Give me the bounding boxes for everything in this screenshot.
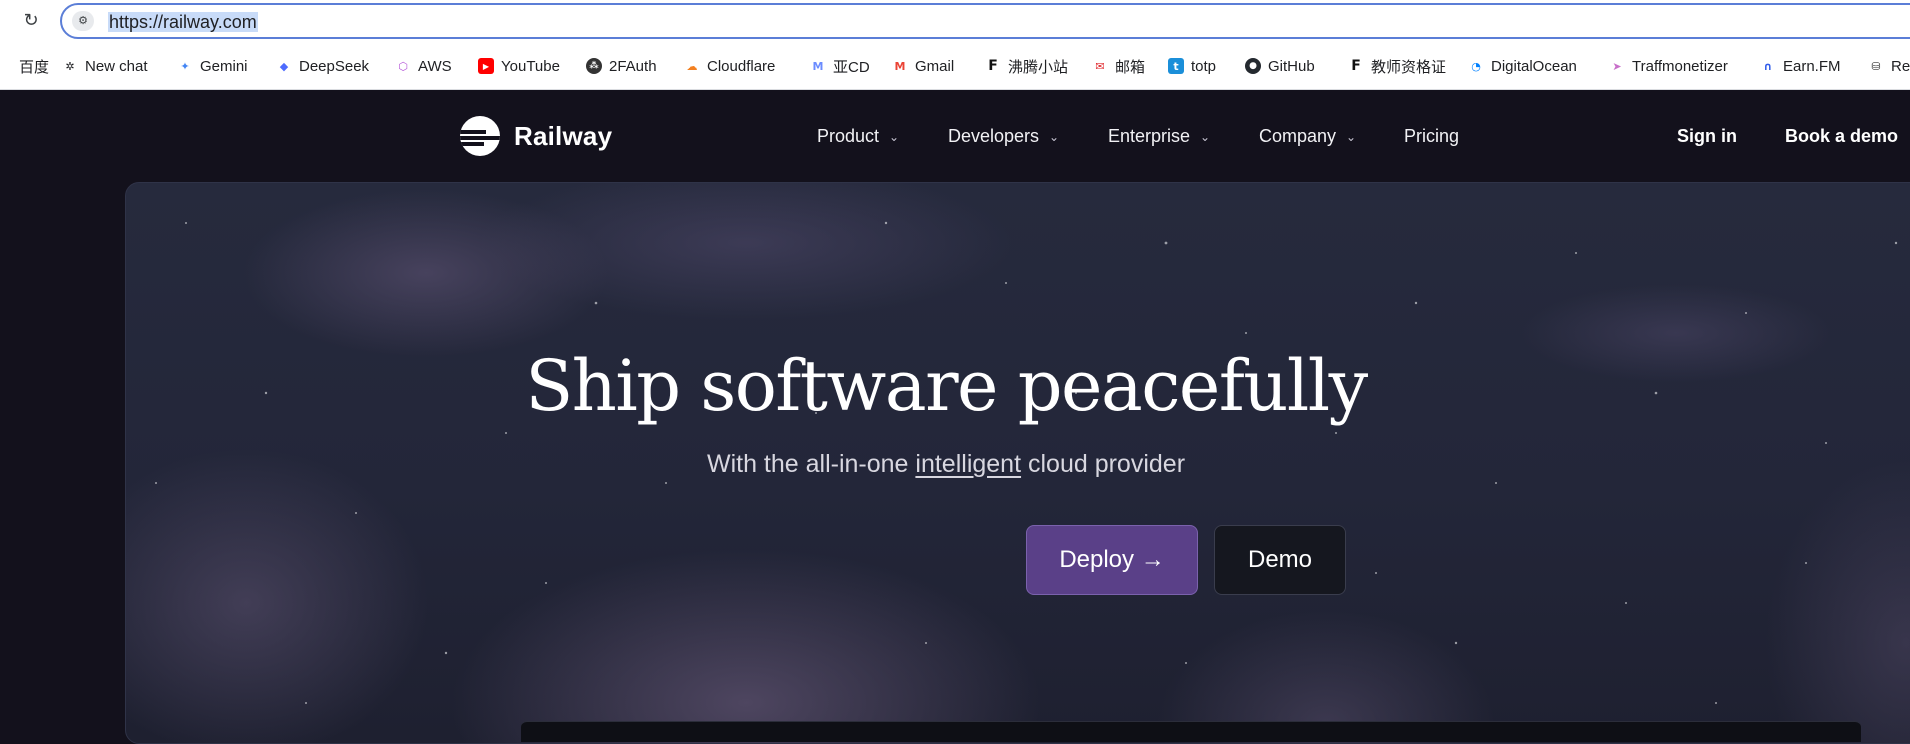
bookmark-label: DigitalOcean	[1491, 57, 1577, 75]
hero-subline: With the all-in-one intelligent cloud pr…	[126, 450, 1766, 479]
hero-section: Ship software peacefully With the all-in…	[125, 182, 1910, 744]
bookmark-label: totp	[1191, 57, 1217, 75]
bookmark-teacher[interactable]: F 教师资格证	[1348, 56, 1446, 76]
subline-text: cloud provider	[1021, 450, 1186, 478]
bookmark-label: 2FAuth	[609, 57, 657, 75]
address-bar[interactable]: ⚙ https://railway.com	[60, 3, 1910, 39]
bookmark-label: Re	[1891, 57, 1910, 75]
chevron-down-icon: ⌄	[1049, 129, 1060, 144]
reload-icon[interactable]: ↻	[20, 10, 42, 32]
digitalocean-icon: ◔	[1471, 59, 1481, 73]
browser-toolbar: ↻ ⚙ https://railway.com	[0, 0, 1910, 42]
nav-label: Company	[1259, 126, 1337, 146]
cloudflare-icon: ☁	[686, 59, 698, 73]
nav-label: Enterprise	[1108, 126, 1191, 146]
deepseek-icon: ◆	[279, 59, 289, 73]
bookmark-label: Traffmonetizer	[1632, 57, 1728, 75]
bookmark-label: AWS	[418, 57, 452, 75]
url-text[interactable]: https://railway.com	[108, 11, 258, 33]
bookmark-label: 亚CD	[833, 58, 870, 76]
bookmark-cloudflare[interactable]: ☁ Cloudflare	[684, 56, 776, 76]
bookmark-2fauth[interactable]: ⁂ 2FAuth	[586, 56, 657, 76]
bookmark-label: 邮箱	[1115, 58, 1146, 76]
bookmark-label: YouTube	[501, 57, 560, 75]
bookmark-yacd[interactable]: M 亚CD	[810, 56, 870, 76]
aws-icon: ⬡	[398, 59, 408, 73]
bookmark-new-chat[interactable]: ✲ New chat	[62, 56, 148, 76]
totp-icon: t	[1168, 58, 1184, 74]
nav-pricing[interactable]: Pricing	[1404, 126, 1459, 147]
nav-label: Product	[817, 126, 880, 146]
chevron-down-icon: ⌄	[1200, 129, 1211, 144]
chevron-down-icon: ⌄	[1346, 129, 1357, 144]
brand-name: Railway	[514, 120, 613, 151]
deploy-button[interactable]: Deploy →	[1026, 525, 1198, 595]
bookmark-label: New chat	[85, 57, 148, 75]
gemini-icon: ✦	[180, 59, 190, 73]
f-icon: F	[1351, 58, 1361, 74]
sign-in-link[interactable]: Sign in	[1677, 126, 1737, 147]
demo-button[interactable]: Demo	[1214, 525, 1346, 595]
hero-headline: Ship software peacefully	[525, 345, 1368, 427]
bookmark-label: Gemini	[200, 57, 248, 75]
bookmark-traffmonetizer[interactable]: ➤ Traffmonetizer	[1609, 56, 1728, 76]
bookmark-totp[interactable]: t totp	[1168, 56, 1216, 76]
bookmark-label: GitHub	[1268, 57, 1315, 75]
bookmark-youtube[interactable]: ▶ YouTube	[478, 56, 560, 76]
nav-label: Pricing	[1404, 126, 1460, 146]
nav-company[interactable]: Company ⌄	[1259, 126, 1356, 147]
bookmark-label: 沸腾小站	[1008, 58, 1069, 76]
chevron-down-icon: ⌄	[889, 129, 900, 144]
2fauth-icon: ⁂	[586, 58, 602, 74]
railway-logo-icon	[460, 116, 500, 156]
bookmark-label: 百度	[19, 58, 50, 76]
subline-text: With the all-in-one	[706, 450, 916, 478]
nav-label: Developers	[948, 126, 1040, 146]
url-value: https://railway.com	[108, 12, 258, 32]
dashboard-preview	[521, 721, 1861, 742]
github-icon: ●	[1245, 58, 1261, 74]
site-info-icon[interactable]: ⚙	[72, 11, 94, 31]
openai-icon: ✲	[65, 59, 75, 73]
bookmark-label: Earn.FM	[1783, 57, 1841, 75]
bookmark-gmail[interactable]: M Gmail	[892, 56, 955, 76]
bookmark-gemini[interactable]: ✦ Gemini	[177, 56, 248, 76]
mail-icon: M	[812, 59, 824, 73]
bookmark-label: 教师资格证	[1371, 58, 1447, 76]
brand-logo[interactable]: Railway	[460, 116, 612, 156]
earnfm-icon: ∩	[1763, 59, 1773, 73]
nav-product[interactable]: Product ⌄	[817, 126, 899, 147]
gmail-icon: M	[894, 59, 906, 73]
youtube-icon: ▶	[478, 58, 494, 74]
bookmark-label: Gmail	[915, 57, 955, 75]
bookmark-re[interactable]: ⛁ Re	[1868, 56, 1910, 76]
nav-developers[interactable]: Developers ⌄	[948, 126, 1059, 147]
bookmark-github[interactable]: ● GitHub	[1245, 56, 1315, 76]
book-demo-link[interactable]: Book a demo	[1785, 126, 1898, 147]
traffmonetizer-icon: ➤	[1612, 59, 1622, 73]
bookmark-baidu[interactable]: 百度	[0, 56, 49, 76]
baidu-icon	[0, 58, 12, 74]
bookmarks-bar: 百度 ✲ New chat ✦ Gemini ◆ DeepSeek ⬡ AWS ▶ You…	[0, 42, 1910, 90]
railway-site: Railway Product ⌄ Developers ⌄ Enterprise ⌄…	[0, 90, 1910, 744]
bookmark-label: Cloudflare	[707, 57, 776, 75]
bookmark-mailbox[interactable]: ✉ 邮箱	[1092, 56, 1145, 76]
bookmark-earnfm[interactable]: ∩ Earn.FM	[1760, 56, 1841, 76]
bookmark-aws[interactable]: ⬡ AWS	[395, 56, 452, 76]
f-icon: F	[988, 58, 998, 74]
database-icon: ⛁	[1871, 59, 1881, 73]
bookmark-feiteng[interactable]: F 沸腾小站	[985, 56, 1068, 76]
bookmark-label: DeepSeek	[299, 57, 370, 75]
bookmark-digitalocean[interactable]: ◔ DigitalOcean	[1468, 56, 1577, 76]
bookmark-deepseek[interactable]: ◆ DeepSeek	[276, 56, 369, 76]
nav-enterprise[interactable]: Enterprise ⌄	[1108, 126, 1210, 147]
intelligent-link[interactable]: intelligent	[915, 450, 1021, 478]
mailbox-icon: ✉	[1095, 59, 1105, 73]
